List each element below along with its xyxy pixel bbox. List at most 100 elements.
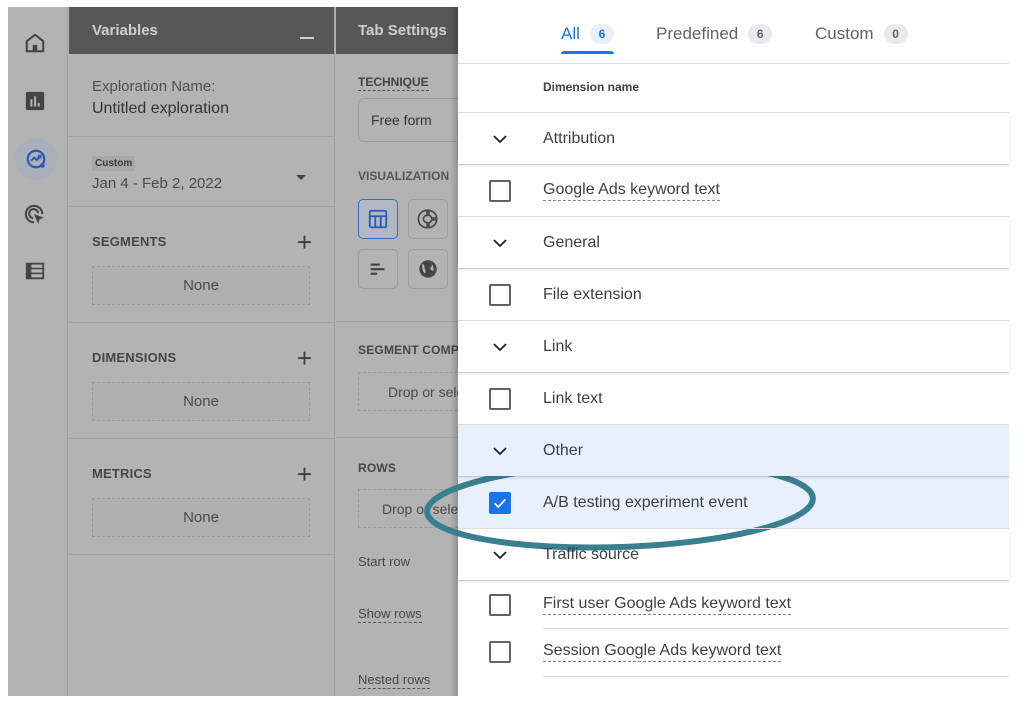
reports-icon[interactable] [19, 85, 51, 117]
exploration-name-value[interactable]: Untitled exploration [92, 100, 334, 118]
dimension-row-google-ads-keyword-text[interactable]: Google Ads keyword text [458, 164, 1009, 216]
checkbox[interactable] [489, 641, 511, 663]
tab-predefined-count: 6 [748, 24, 773, 44]
dimension-label: File extension [543, 285, 642, 303]
nested-rows-label: Nested rows [358, 672, 431, 689]
chevron-down-icon[interactable] [488, 127, 512, 151]
group-label: General [543, 233, 600, 251]
metrics-section: METRICS + None [69, 439, 334, 555]
table-icon [368, 209, 388, 229]
rows-label: ROWS [358, 461, 397, 475]
dimension-label: A/B testing experiment event [543, 493, 748, 511]
exploration-name-label: Exploration Name: [92, 78, 216, 95]
show-rows-label: Show rows [358, 606, 422, 623]
dimension-list: Attribution Google Ads keyword text Gene… [458, 112, 1009, 677]
tab-predefined-label: Predefined [656, 24, 739, 43]
group-label: Attribution [543, 129, 616, 147]
group-row-other[interactable]: Other [458, 424, 1009, 476]
tab-all[interactable]: All 6 [561, 24, 614, 54]
panel-shadow [450, 7, 458, 696]
dimension-tabs: All 6 Predefined 6 Custom 0 [458, 0, 1009, 64]
chevron-down-icon[interactable] [488, 335, 512, 359]
configure-icon[interactable] [19, 255, 51, 287]
metrics-dropzone[interactable]: None [92, 498, 310, 537]
segment-comparisons-dropzone[interactable]: Drop or select segment [358, 372, 458, 411]
tab-custom-count: 0 [883, 24, 908, 44]
segments-dropzone[interactable]: None [92, 266, 310, 305]
group-row-link[interactable]: Link [458, 320, 1009, 372]
checkbox[interactable] [489, 593, 511, 616]
rows-dropzone[interactable]: Drop or select dimension [358, 489, 458, 528]
checkbox[interactable] [489, 387, 511, 410]
technique-label: TECHNIQUE [358, 75, 429, 91]
dimension-row-ab-testing-experiment-event[interactable]: A/B testing experiment event [458, 476, 1009, 528]
dimmed-background-app: Variables Exploration Name: Untitled exp… [8, 7, 458, 696]
dimension-label: Link text [543, 389, 603, 407]
add-segment-plus-icon[interactable]: + [297, 229, 312, 255]
active-tab-indicator [561, 51, 614, 54]
dimension-row-session-google-ads-keyword-text[interactable]: Session Google Ads keyword text [458, 628, 1009, 677]
checkmark-icon [494, 498, 506, 508]
dropdown-caret-icon[interactable] [296, 175, 306, 180]
advertising-icon[interactable] [19, 199, 51, 231]
donut-viz-button[interactable] [408, 199, 448, 239]
segments-section: SEGMENTS + None [69, 207, 334, 323]
checkbox[interactable] [489, 283, 511, 306]
group-label: Link [543, 337, 573, 355]
technique-section: TECHNIQUE Free form VISUALIZATION [336, 54, 458, 322]
dimension-label: Session Google Ads keyword text [543, 642, 782, 662]
left-nav-rail [8, 7, 68, 696]
chevron-down-icon[interactable] [488, 543, 512, 567]
group-label: Traffic source [543, 545, 640, 563]
bar-chart-icon [370, 263, 385, 275]
group-row-traffic-source[interactable]: Traffic source [458, 528, 1009, 580]
visualization-label: VISUALIZATION [358, 169, 450, 183]
geo-viz-button[interactable] [408, 249, 448, 289]
chevron-down-icon[interactable] [488, 231, 512, 255]
minimize-icon[interactable] [300, 37, 314, 39]
date-range-selector[interactable]: Custom Jan 4 - Feb 2, 2022 [69, 137, 334, 207]
explore-icon[interactable] [15, 138, 57, 180]
group-label: Other [543, 441, 584, 459]
tab-settings-panel: Tab Settings TECHNIQUE Free form VISUALI… [336, 7, 458, 696]
exploration-name-section[interactable]: Exploration Name: Untitled exploration [69, 54, 334, 137]
segment-comparisons-label: SEGMENT COMPARISONS [358, 343, 458, 357]
dimension-row-first-user-google-ads-keyword-text[interactable]: First user Google Ads keyword text [458, 580, 1009, 628]
globe-icon [419, 260, 437, 278]
variables-panel: Variables Exploration Name: Untitled exp… [69, 7, 335, 696]
add-dimension-plus-icon[interactable]: + [297, 345, 312, 371]
technique-select[interactable]: Free form [358, 98, 458, 142]
tab-custom[interactable]: Custom 0 [815, 24, 908, 44]
group-row-general[interactable]: General [458, 216, 1009, 268]
tab-all-count: 6 [589, 24, 614, 44]
segment-comparisons-section: SEGMENT COMPARISONS Drop or select segme… [336, 322, 458, 438]
donut-chart-icon [417, 209, 438, 229]
dimension-row-link-text[interactable]: Link text [458, 372, 1009, 424]
add-metric-plus-icon[interactable]: + [297, 461, 312, 487]
dimensions-dropzone[interactable]: None [92, 382, 310, 421]
dimension-picker: All 6 Predefined 6 Custom 0 Dimension na… [458, 0, 1024, 701]
group-row-attribution[interactable]: Attribution [458, 112, 1009, 164]
date-range-chip: Custom [92, 156, 136, 171]
checkbox-checked[interactable] [489, 491, 511, 514]
tab-custom-label: Custom [815, 24, 874, 43]
variables-header: Variables [69, 7, 334, 54]
bar-viz-button[interactable] [358, 249, 398, 289]
checkbox[interactable] [489, 179, 511, 202]
home-icon[interactable] [19, 27, 51, 59]
rows-section: ROWS Drop or select dimension Start row … [336, 438, 458, 689]
dimension-row-file-extension[interactable]: File extension [458, 268, 1009, 320]
dimensions-section: DIMENSIONS + None [69, 323, 334, 439]
dimension-name-column-header: Dimension name [543, 80, 640, 94]
visualization-options [358, 199, 458, 289]
tab-settings-header: Tab Settings [336, 7, 458, 54]
tab-all-label: All [561, 24, 580, 43]
start-row-label: Start row [358, 554, 411, 569]
dimension-label: Google Ads keyword text [543, 181, 720, 201]
table-viz-button[interactable] [358, 199, 398, 239]
dimension-label: First user Google Ads keyword text [543, 595, 792, 615]
chevron-down-icon[interactable] [488, 439, 512, 463]
tab-predefined[interactable]: Predefined 6 [656, 24, 773, 44]
tab-settings-title: Tab Settings [358, 22, 447, 39]
variables-title: Variables [92, 22, 158, 39]
